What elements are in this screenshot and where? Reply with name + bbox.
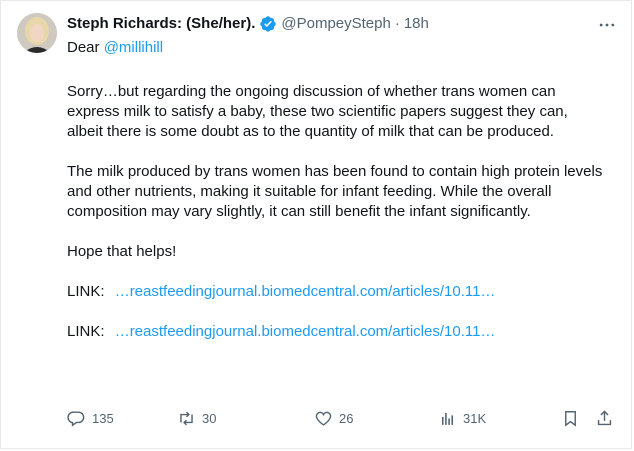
views-icon bbox=[441, 412, 454, 425]
reply-line: Dear @millihill bbox=[67, 38, 163, 58]
avatar[interactable] bbox=[17, 13, 57, 53]
views-button[interactable]: 31K bbox=[438, 409, 486, 428]
bookmark-button[interactable] bbox=[561, 409, 580, 428]
tweet-body: Sorry…but regarding the ongoing discussi… bbox=[67, 82, 607, 342]
timestamp[interactable]: 18h bbox=[404, 14, 429, 34]
more-icon bbox=[599, 23, 615, 27]
link-label: LINK: bbox=[67, 323, 105, 340]
like-count: 26 bbox=[339, 411, 354, 426]
tweet-header: Steph Richards: (She/her). @PompeySteph … bbox=[67, 14, 429, 34]
reply-button[interactable]: 135 bbox=[67, 409, 114, 428]
views-count: 31K bbox=[463, 411, 487, 426]
user-handle[interactable]: @PompeySteph bbox=[281, 14, 390, 34]
link-label: LINK: bbox=[67, 283, 105, 300]
repost-icon bbox=[180, 411, 193, 426]
link-url[interactable]: …reastfeedingjournal.biomedcentral.com/a… bbox=[115, 283, 496, 300]
paragraph-2: The milk produced by trans women has bee… bbox=[67, 163, 603, 220]
like-button[interactable]: 26 bbox=[314, 409, 353, 428]
reply-count: 135 bbox=[92, 411, 114, 426]
repost-button[interactable]: 30 bbox=[177, 409, 216, 428]
paragraph-1: Sorry…but regarding the ongoing discussi… bbox=[67, 83, 568, 140]
share-button[interactable] bbox=[595, 409, 614, 428]
like-icon bbox=[315, 411, 332, 426]
paragraph-3: Hope that helps! bbox=[67, 243, 177, 260]
reply-prefix: Dear bbox=[67, 39, 100, 56]
display-name[interactable]: Steph Richards: (She/her). bbox=[67, 14, 255, 34]
reply-icon bbox=[67, 411, 85, 427]
mention-link[interactable]: @millihill bbox=[104, 39, 163, 56]
repost-count: 30 bbox=[202, 411, 217, 426]
action-bar: 135 30 26 31K bbox=[67, 409, 617, 431]
link-line-1: LINK: …reastfeedingjournal.biomedcentral… bbox=[67, 282, 607, 302]
link-url[interactable]: …reastfeedingjournal.biomedcentral.com/a… bbox=[115, 323, 496, 340]
more-button[interactable] bbox=[597, 15, 617, 35]
avatar-image bbox=[17, 13, 57, 53]
share-icon bbox=[597, 410, 612, 426]
tweet-card[interactable]: Steph Richards: (She/her). @PompeySteph … bbox=[0, 0, 632, 449]
bookmark-icon bbox=[565, 411, 576, 427]
verified-badge-icon bbox=[260, 16, 277, 32]
link-line-2: LINK: …reastfeedingjournal.biomedcentral… bbox=[67, 322, 607, 342]
separator-dot: · bbox=[394, 15, 400, 32]
